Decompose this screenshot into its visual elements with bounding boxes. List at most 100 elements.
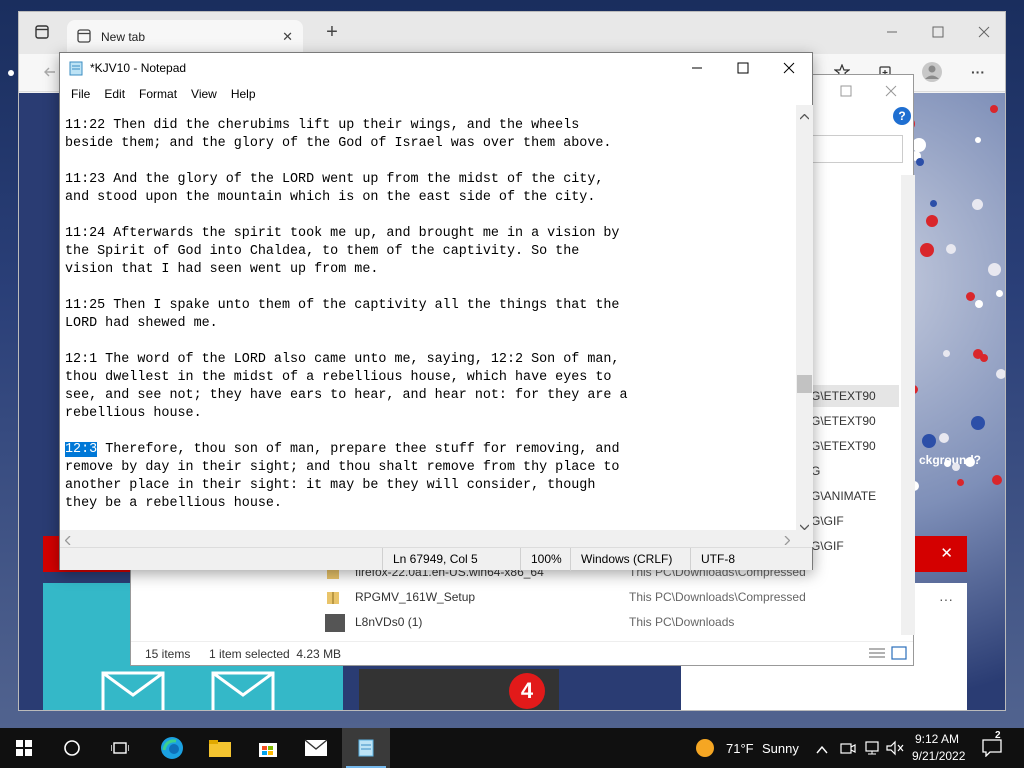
file-row[interactable]: L8nVDs0 (1) This PC\Downloads <box>325 612 805 634</box>
explorer-window-controls <box>831 79 911 103</box>
horizontal-scrollbar[interactable] <box>60 530 796 547</box>
scrollbar-corner <box>796 530 813 547</box>
meet-now-icon[interactable] <box>840 740 856 759</box>
line-ending: Windows (CRLF) <box>570 548 672 571</box>
explorer-scrollbar[interactable] <box>901 175 915 635</box>
notepad-maximize-button[interactable] <box>720 53 766 83</box>
browser-minimize-button[interactable] <box>869 18 915 46</box>
menu-help[interactable]: Help <box>224 83 263 105</box>
line-text: 11:24 Afterwards the spirit took me up, … <box>65 226 620 241</box>
clock-date[interactable]: 9/21/2022 <box>912 749 965 763</box>
file-explorer-icon[interactable] <box>196 728 244 768</box>
menu-file[interactable]: File <box>64 83 97 105</box>
help-icon[interactable]: ? <box>893 107 911 125</box>
edge-icon[interactable] <box>148 728 196 768</box>
balloon-decoration <box>922 434 936 448</box>
search-icon[interactable] <box>48 728 96 768</box>
explorer-status-bar: 15 items 1 item selected 4.23 MB <box>131 641 913 665</box>
balloon-decoration <box>926 215 938 227</box>
balloon-decoration <box>972 199 983 210</box>
notepad-minimize-button[interactable] <box>674 53 720 83</box>
zip-folder-icon <box>325 590 341 609</box>
start-button[interactable] <box>0 728 48 768</box>
explorer-path-text: G\ETEXT90 <box>811 389 876 403</box>
file-name: L8nVDs0 (1) <box>355 615 423 629</box>
sun-icon[interactable] <box>696 739 714 757</box>
balloon-decoration <box>930 200 937 207</box>
file-row[interactable]: RPGMV_161W_Setup This PC\Downloads\Compr… <box>325 587 806 609</box>
browser-maximize-button[interactable] <box>915 18 961 46</box>
explorer-search-input[interactable] <box>811 135 903 163</box>
weather-temp[interactable]: 71°F <box>726 741 754 756</box>
text-line: 11:22 Then did the cherubims lift up the… <box>65 117 796 135</box>
line-text: see, and see not; they have ears to hear… <box>65 388 628 403</box>
network-icon[interactable] <box>864 740 880 759</box>
desktop-decoration <box>8 70 14 76</box>
banner-close-icon[interactable]: ✕ <box>940 544 953 562</box>
new-tab-button[interactable]: + <box>309 18 355 46</box>
mail-icon[interactable] <box>292 728 340 768</box>
notepad-titlebar[interactable]: *KJV10 - Notepad <box>60 53 812 83</box>
notepad-close-button[interactable] <box>766 53 812 83</box>
selection-info: 1 item selected 4.23 MB <box>209 647 342 661</box>
explorer-path-text: G\ANIMATE <box>811 489 877 503</box>
item-count: 15 items <box>145 647 191 661</box>
vertical-scrollbar[interactable] <box>796 105 813 531</box>
text-line: and stood upon the mountain which is on … <box>65 189 796 207</box>
file-location: This PC\Downloads <box>629 615 735 629</box>
browser-close-button[interactable] <box>961 18 1005 46</box>
scroll-left-icon[interactable] <box>64 534 71 548</box>
thumbnail-view-icon[interactable] <box>891 646 907 663</box>
text-line <box>65 207 796 225</box>
scroll-up-icon[interactable] <box>799 109 810 123</box>
text-line <box>65 423 796 441</box>
text-line <box>65 333 796 351</box>
balloon-decoration <box>943 350 950 357</box>
volume-muted-icon[interactable] <box>886 740 904 759</box>
notepad-text-area[interactable]: 11:22 Then did the cherubims lift up the… <box>60 105 796 528</box>
details-view-icon[interactable] <box>869 647 885 662</box>
text-line: 12:1 The word of the LORD also came unto… <box>65 351 796 369</box>
notepad-title: *KJV10 - Notepad <box>90 61 187 75</box>
notepad-taskbar-icon[interactable] <box>342 728 390 768</box>
line-text: another place in their sight: it may be … <box>65 478 596 493</box>
chevron-up-icon[interactable] <box>816 743 828 757</box>
notification-center-icon[interactable] <box>982 739 1002 760</box>
line-text: LORD had shewed me. <box>65 316 218 331</box>
line-text: 11:25 Then I spake unto them of the capt… <box>65 298 620 313</box>
text-line: LORD had shewed me. <box>65 315 796 333</box>
weather-condition[interactable]: Sunny <box>762 741 799 756</box>
notification-count: 2 <box>995 730 1001 741</box>
balloon-decoration <box>975 300 983 308</box>
tab-actions-icon[interactable] <box>19 18 65 46</box>
profile-avatar[interactable] <box>909 58 955 86</box>
line-text: beside them; and the glory of the God of… <box>65 136 612 151</box>
selected-text: 12:3 <box>65 442 98 457</box>
store-icon[interactable] <box>244 728 292 768</box>
line-text: vision that I had seen went up from me. <box>65 262 379 277</box>
tab-close-icon[interactable]: ✕ <box>282 29 293 45</box>
browser-tab-new-tab[interactable]: New tab ✕ <box>67 20 303 54</box>
line-text: remove by day in their sight; and thou s… <box>65 460 620 475</box>
balloon-decoration <box>939 433 949 443</box>
menu-view[interactable]: View <box>184 83 224 105</box>
more-icon[interactable]: ··· <box>955 58 1001 86</box>
text-line <box>65 279 796 297</box>
balloon-decoration <box>912 138 926 152</box>
scroll-right-icon[interactable] <box>784 534 791 548</box>
balloon-decoration <box>966 292 975 301</box>
menu-edit[interactable]: Edit <box>97 83 132 105</box>
news-card[interactable]: 4 <box>359 669 559 710</box>
encoding: UTF-8 <box>690 548 735 571</box>
balloon-decoration <box>996 369 1005 379</box>
clock-time[interactable]: 9:12 AM <box>915 732 959 746</box>
text-line: another place in their sight: it may be … <box>65 477 796 495</box>
explorer-path-text: G\ETEXT90 <box>811 414 876 428</box>
card-more-icon[interactable]: ··· <box>939 591 953 607</box>
balloon-decoration <box>980 354 988 362</box>
menu-format[interactable]: Format <box>132 83 184 105</box>
vertical-scroll-thumb[interactable] <box>797 375 812 393</box>
text-line <box>65 153 796 171</box>
task-view-icon[interactable] <box>96 728 144 768</box>
text-line: they be a rebellious house. <box>65 495 796 513</box>
